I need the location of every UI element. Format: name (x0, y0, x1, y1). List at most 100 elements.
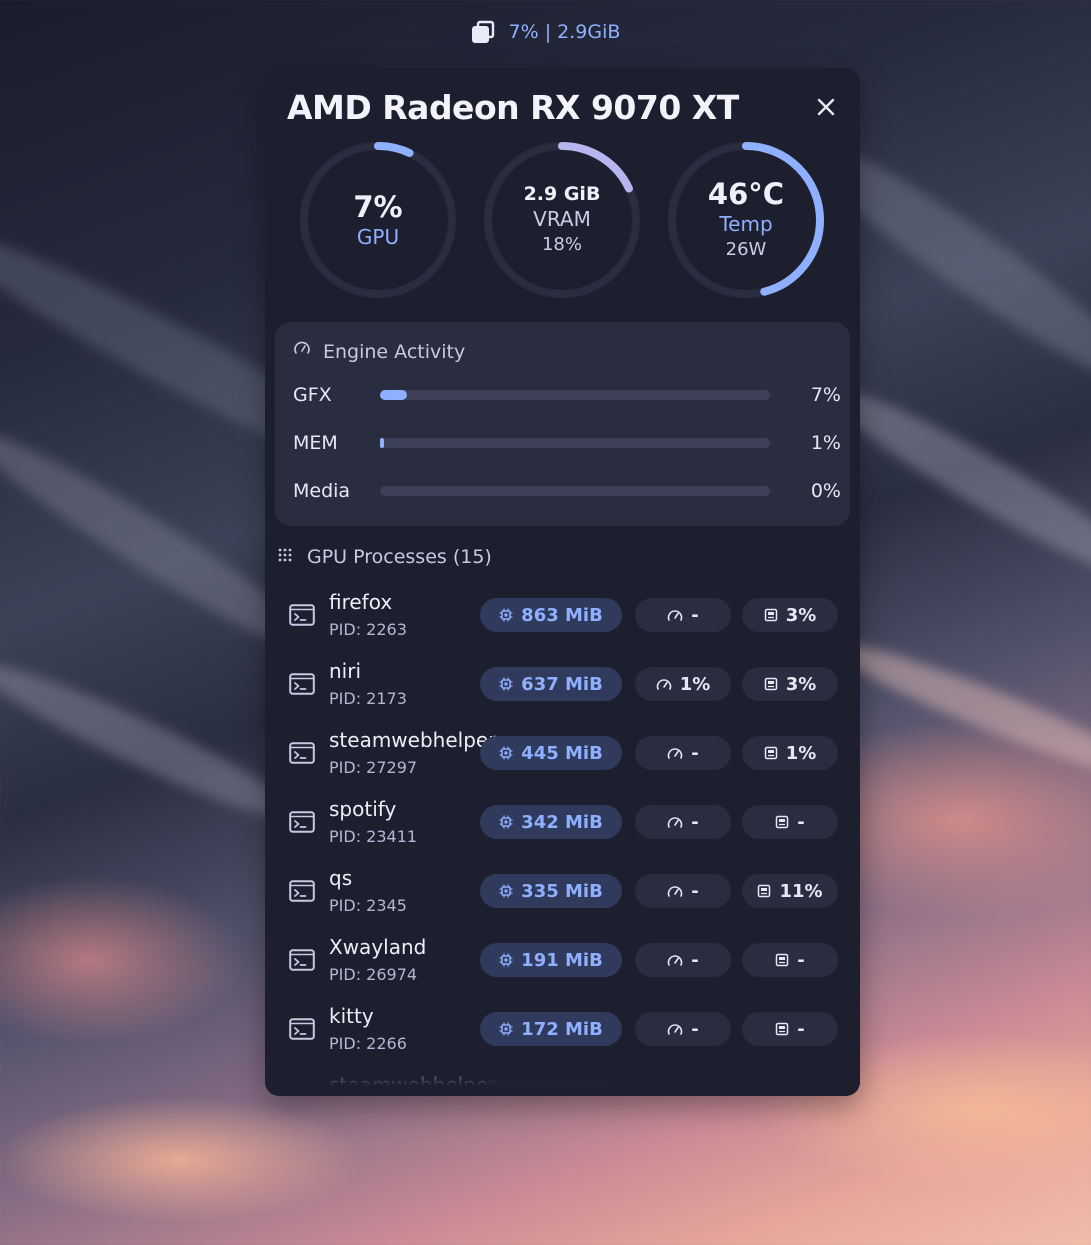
process-vram-pill[interactable]: 863 MiB (480, 598, 622, 632)
chip-icon (499, 953, 513, 967)
process-vram-pill[interactable]: 637 MiB (480, 667, 622, 701)
terminal-icon (289, 1018, 315, 1044)
process-gfx-pill[interactable]: - (742, 943, 838, 977)
process-engine: - (691, 949, 699, 971)
vram-percent: 18% (541, 234, 582, 255)
engine-value: 0% (810, 480, 841, 502)
process-pid: PID: 2345 (329, 896, 407, 915)
process-engine-pill[interactable]: - (635, 736, 731, 770)
engine-bar (380, 486, 770, 496)
terminal-icon (289, 949, 315, 975)
close-button[interactable] (813, 96, 839, 122)
processor-icon (757, 884, 771, 898)
process-list[interactable]: firefox PID: 2263 863 MiB - 3% niri PID: 2173 6… (265, 586, 860, 1086)
chip-icon (499, 815, 513, 829)
processor-icon (764, 608, 778, 622)
gpu-usage-label: GPU (356, 225, 400, 249)
gauge-icon (667, 953, 683, 967)
chip-icon (499, 1022, 513, 1036)
process-gfx-pill[interactable]: - (742, 805, 838, 839)
chip-icon (499, 677, 513, 691)
gpu-usage-value: 7% (353, 190, 403, 224)
process-vram: 445 MiB (521, 742, 603, 764)
temperature-value: 46°C (707, 177, 785, 211)
process-gfx: 3% (785, 673, 817, 695)
process-vram-pill[interactable]: 172 MiB (480, 1012, 622, 1046)
process-engine-pill[interactable]: - (635, 805, 731, 839)
process-row[interactable]: steamwebhelper PID: 27297 445 MiB - 1% (265, 724, 860, 784)
process-row[interactable]: qs PID: 2345 335 MiB - 11% (265, 862, 860, 922)
engine-value: 1% (810, 432, 841, 454)
process-name: firefox (329, 590, 393, 614)
vram-label: VRAM (533, 207, 591, 231)
gauge-icon (293, 340, 311, 363)
process-vram-pill[interactable]: 191 MiB (480, 943, 622, 977)
processor-icon (775, 815, 789, 829)
process-vram: 637 MiB (521, 673, 603, 695)
process-gfx: - (797, 811, 805, 833)
process-row[interactable]: spotify PID: 23411 342 MiB - - (265, 793, 860, 853)
top-bar-gpu-indicator[interactable]: 7% | 2.9GiB (0, 16, 1091, 48)
vram-usage-gauge: 2.9 GiB VRAM 18% (480, 138, 644, 302)
process-gfx-pill[interactable]: 1% (742, 736, 838, 770)
process-pid: PID: 2263 (329, 620, 407, 639)
process-engine-pill[interactable]: - (635, 1012, 731, 1046)
engine-value: 7% (810, 384, 841, 406)
process-gfx: - (797, 1018, 805, 1040)
engine-row-media: Media 0% (293, 477, 841, 505)
process-row[interactable]: firefox PID: 2263 863 MiB - 3% (265, 586, 860, 646)
terminal-icon (289, 604, 315, 630)
process-pid: PID: 27297 (329, 758, 418, 777)
gpu-processes-header: GPU Processes (15) (277, 546, 492, 568)
process-gfx: 11% (779, 880, 823, 902)
engine-bar-fill (380, 390, 408, 400)
close-icon (817, 98, 835, 120)
engine-activity-card: Engine Activity GFX 7% MEM 1% Media 0% (275, 322, 850, 526)
engine-bar (380, 438, 770, 448)
process-engine-pill[interactable]: 1% (635, 667, 731, 701)
process-engine-pill[interactable]: - (635, 598, 731, 632)
process-name: steamwebhelper (329, 728, 497, 752)
grid-dots-icon (277, 546, 293, 568)
gauge-icon (667, 746, 683, 760)
chip-icon (499, 746, 513, 760)
engine-name: GFX (293, 384, 332, 406)
gpu-usage-gauge: 7% GPU (296, 138, 460, 302)
gauge-icon (667, 815, 683, 829)
process-gfx: 1% (785, 742, 817, 764)
process-vram: 172 MiB (521, 1018, 603, 1040)
gpu-popup-panel: AMD Radeon RX 9070 XT 7% GPU 2.9 GiB VRA… (265, 68, 860, 1096)
process-row[interactable]: Xwayland PID: 26974 191 MiB - - (265, 931, 860, 991)
engine-name: Media (293, 480, 351, 502)
process-row[interactable]: kitty PID: 2266 172 MiB - - (265, 1000, 860, 1060)
process-name: spotify (329, 797, 397, 821)
process-gfx: - (797, 949, 805, 971)
process-name: Xwayland (329, 935, 427, 959)
engine-activity-title: Engine Activity (323, 340, 466, 363)
process-vram: 335 MiB (521, 880, 603, 902)
process-vram-pill[interactable]: 445 MiB (480, 736, 622, 770)
process-vram-pill[interactable]: 335 MiB (480, 874, 622, 908)
chip-icon (499, 884, 513, 898)
process-gfx-pill[interactable]: 11% (742, 874, 838, 908)
process-gfx-pill[interactable]: - (742, 1012, 838, 1046)
process-engine: - (691, 1018, 699, 1040)
terminal-icon (289, 811, 315, 837)
processor-icon (775, 1022, 789, 1036)
terminal-icon (289, 742, 315, 768)
power-draw: 26W (725, 239, 767, 260)
gauge-icon (656, 677, 672, 691)
process-row[interactable]: niri PID: 2173 637 MiB 1% 3% (265, 655, 860, 715)
gpu-processes-title: GPU Processes (15) (307, 546, 492, 568)
gpu-title: AMD Radeon RX 9070 XT (287, 88, 739, 127)
process-engine-pill[interactable]: - (635, 874, 731, 908)
gauge-icon (667, 884, 683, 898)
process-gfx-pill[interactable]: 3% (742, 598, 838, 632)
engine-row-gfx: GFX 7% (293, 381, 841, 409)
process-gfx-pill[interactable]: 3% (742, 667, 838, 701)
process-vram-pill[interactable]: 342 MiB (480, 805, 622, 839)
process-pid: PID: 23411 (329, 827, 418, 846)
process-pid: PID: 26974 (329, 965, 418, 984)
chip-icon (499, 608, 513, 622)
process-engine-pill[interactable]: - (635, 943, 731, 977)
